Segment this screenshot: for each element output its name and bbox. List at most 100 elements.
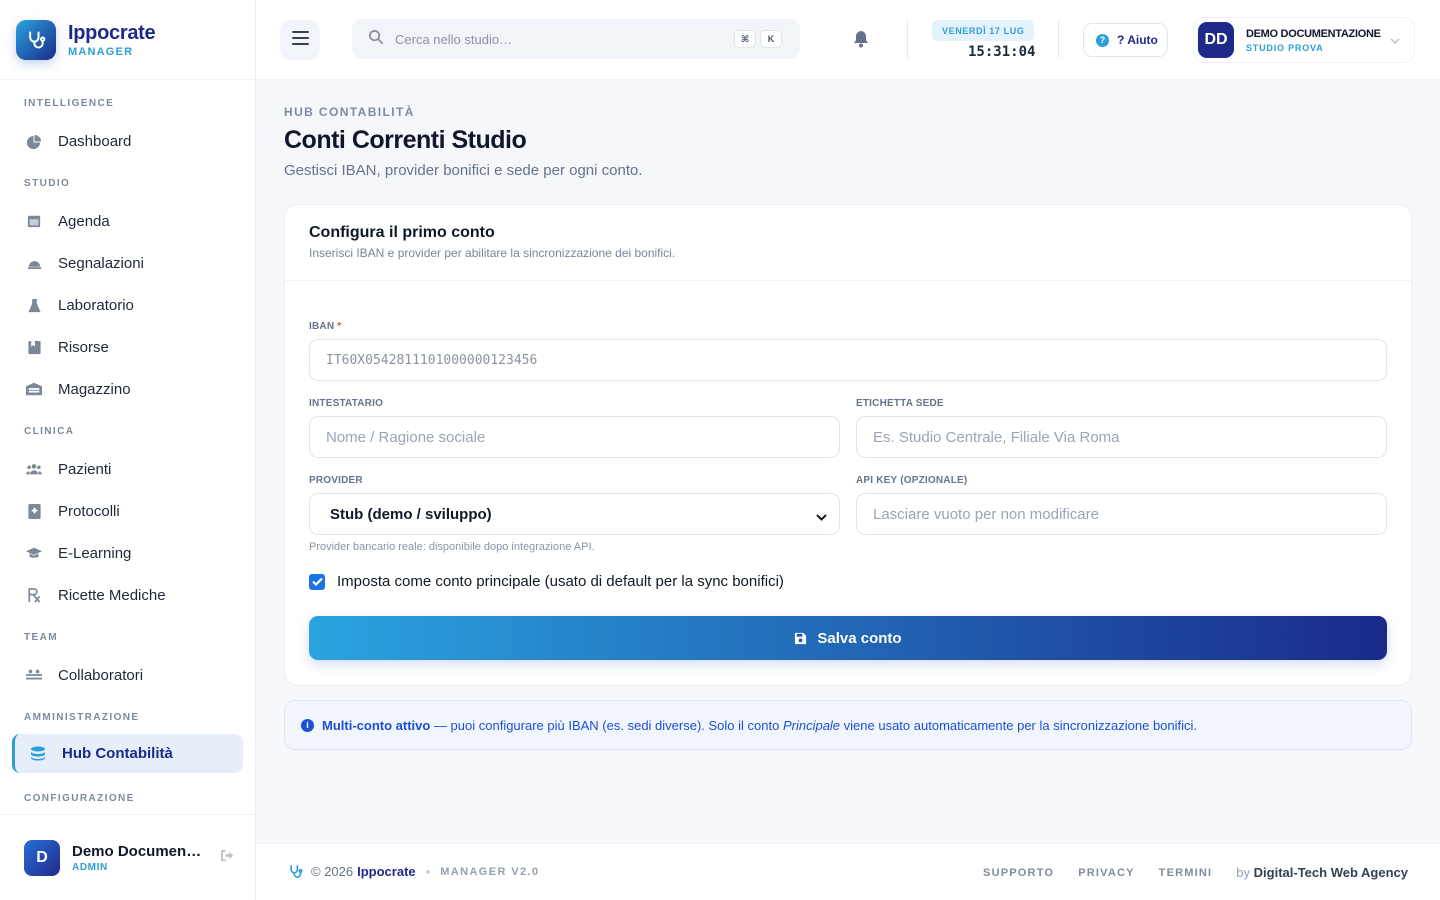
avatar[interactable]: D xyxy=(24,839,60,876)
sidebar-item-label: Hub Contabilità xyxy=(62,745,173,762)
sidebar-item-pazienti[interactable]: Pazienti xyxy=(12,448,243,490)
logout-icon[interactable] xyxy=(220,849,235,867)
brand-subtitle: MANAGER xyxy=(68,45,134,58)
section-label-clinica: CLINICA xyxy=(24,426,75,437)
page-subtitle: Gestisci IBAN, provider bonifici e sede … xyxy=(284,162,643,179)
footer-link-terms[interactable]: TERMINI xyxy=(1159,867,1213,879)
chevron-down-icon xyxy=(1390,31,1400,49)
footer-credit: by Digital-Tech Web Agency xyxy=(1236,865,1408,880)
sede-field[interactable]: Es. Studio Centrale, Filiale Via Roma xyxy=(856,416,1387,458)
sidebar-item-laboratorio[interactable]: Laboratorio xyxy=(12,284,243,326)
sidebar-item-label: Protocolli xyxy=(58,502,120,520)
sidebar-item-label: Dashboard xyxy=(58,132,132,150)
help-button[interactable]: ? ? Aiuto xyxy=(1083,23,1168,57)
user-role: ADMIN xyxy=(72,861,108,873)
sidebar-item-label: Agenda xyxy=(58,212,110,230)
warehouse-icon xyxy=(26,381,42,397)
search-input[interactable]: Cerca nello studio… ⌘ K xyxy=(352,19,800,59)
save-button[interactable]: Salva conto xyxy=(309,616,1387,660)
intestatario-placeholder: Nome / Ragione sociale xyxy=(326,428,486,446)
bookmark-box-icon xyxy=(26,339,42,355)
required-marker: * xyxy=(337,321,342,332)
calendar-icon xyxy=(26,213,42,229)
sidebar-item-magazzino[interactable]: Magazzino xyxy=(12,368,243,410)
profile-name: DEMO DOCUMENTAZIONE xyxy=(1246,27,1381,40)
card-title: Configura il primo conto xyxy=(309,224,495,241)
footer-brand: Ippocrate xyxy=(357,864,416,879)
help-icon: ? xyxy=(1096,33,1109,47)
footer-link-privacy[interactable]: PRIVACY xyxy=(1078,867,1134,879)
prescription-icon xyxy=(26,587,42,603)
info-text: Multi-conto attivo — puoi configurare pi… xyxy=(322,717,1198,733)
info-icon: i xyxy=(301,718,314,732)
provider-select[interactable]: Stub (demo / sviluppo) xyxy=(309,493,840,535)
search-icon xyxy=(368,29,383,49)
section-label-studio: STUDIO xyxy=(24,178,71,189)
section-label-team: TEAM xyxy=(24,632,58,643)
save-icon xyxy=(794,632,807,645)
footer-version: MANAGER V2.0 xyxy=(440,865,540,878)
iban-field[interactable]: IT60X0542811101000000123456 xyxy=(309,339,1387,381)
team-icon xyxy=(26,667,42,683)
sidebar-item-agenda[interactable]: Agenda xyxy=(12,200,243,242)
card-subtitle: Inserisci IBAN e provider per abilitare … xyxy=(309,246,676,260)
sidebar-item-elearning[interactable]: E-Learning xyxy=(12,532,243,574)
info-banner: i Multi-conto attivo — puoi configurare … xyxy=(284,700,1412,750)
intestatario-field[interactable]: Nome / Ragione sociale xyxy=(309,416,840,458)
page-title: Conti Correnti Studio xyxy=(284,126,527,154)
graduation-cap-icon xyxy=(26,545,42,561)
sidebar-item-risorse[interactable]: Risorse xyxy=(12,326,243,368)
menu-button[interactable] xyxy=(280,20,320,60)
principale-checkbox[interactable] xyxy=(309,573,325,590)
iban-placeholder: IT60X0542811101000000123456 xyxy=(326,352,538,368)
sidebar-item-dashboard[interactable]: Dashboard xyxy=(12,120,243,162)
help-label: ? Aiuto xyxy=(1117,33,1158,47)
profile-menu[interactable]: DD DEMO DOCUMENTAZIONE STUDIO PROVA xyxy=(1193,17,1415,63)
account-form-card: Configura il primo conto Inserisci IBAN … xyxy=(284,204,1412,686)
avatar: DD xyxy=(1198,22,1234,58)
apikey-label: API KEY (OPZIONALE) xyxy=(856,475,968,486)
stethoscope-icon xyxy=(288,864,303,879)
apikey-placeholder: Lasciare vuoto per non modificare xyxy=(873,505,1099,523)
kbd-k: K xyxy=(760,30,782,48)
breadcrumb: HUB CONTABILITÀ xyxy=(284,105,415,119)
profile-studio: STUDIO PROVA xyxy=(1246,42,1324,53)
users-icon xyxy=(26,461,42,477)
sidebar-item-ricette[interactable]: Ricette Mediche xyxy=(12,574,243,616)
sidebar-nav: INTELLIGENCE Dashboard STUDIO Agenda Seg… xyxy=(0,80,255,807)
iban-label: IBAN * xyxy=(309,321,342,332)
sidebar-item-hub-contabilita[interactable]: Hub Contabilità xyxy=(12,734,243,773)
sidebar-item-label: Pazienti xyxy=(58,460,112,478)
main-content: HUB CONTABILITÀ Conti Correnti Studio Ge… xyxy=(256,80,1440,843)
stethoscope-icon xyxy=(16,19,56,60)
flask-icon xyxy=(26,297,42,313)
footer-separator: • xyxy=(425,864,431,879)
copyright: © 2026 xyxy=(311,864,354,879)
sidebar-item-label: Risorse xyxy=(58,338,109,356)
chevron-down-icon xyxy=(816,508,827,525)
principale-label[interactable]: Imposta come conto principale (usato di … xyxy=(337,573,784,590)
footer-link-support[interactable]: SUPPORTO xyxy=(983,867,1054,879)
principale-row: Imposta come conto principale (usato di … xyxy=(309,573,784,590)
section-label-intelligence: INTELLIGENCE xyxy=(24,98,115,109)
bell-icon[interactable] xyxy=(853,30,869,53)
sidebar-item-protocolli[interactable]: Protocolli xyxy=(12,490,243,532)
kbd-cmd: ⌘ xyxy=(734,30,756,48)
sidebar-item-collaboratori[interactable]: Collaboratori xyxy=(12,654,243,696)
footer-agency[interactable]: Digital-Tech Web Agency xyxy=(1254,865,1408,880)
sidebar: Ippocrate MANAGER INTELLIGENCE Dashboard… xyxy=(0,0,256,900)
sidebar-item-label: Ricette Mediche xyxy=(58,586,166,604)
sidebar-item-segnalazioni[interactable]: Segnalazioni xyxy=(12,242,243,284)
apikey-field[interactable]: Lasciare vuoto per non modificare xyxy=(856,493,1387,535)
section-label-configurazione: CONFIGURAZIONE xyxy=(24,793,135,804)
brand-name: Ippocrate xyxy=(68,21,156,44)
footer-left: © 2026 Ippocrate • MANAGER V2.0 xyxy=(288,864,540,879)
medical-book-icon xyxy=(26,503,42,519)
search-placeholder: Cerca nello studio… xyxy=(395,31,513,47)
sidebar-item-label: Laboratorio xyxy=(58,296,134,314)
save-label: Salva conto xyxy=(817,629,902,647)
intestatario-label: INTESTATARIO xyxy=(309,398,384,409)
sidebar-item-label: Segnalazioni xyxy=(58,254,144,272)
hamburger-icon xyxy=(291,30,309,50)
brand[interactable]: Ippocrate MANAGER xyxy=(0,0,255,80)
